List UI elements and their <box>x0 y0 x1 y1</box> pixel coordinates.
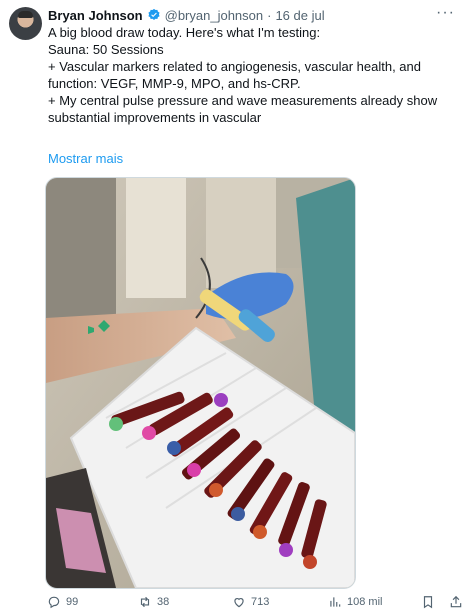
tweet-photo[interactable] <box>45 177 356 589</box>
views-button[interactable]: 108 mil <box>328 595 382 609</box>
reply-icon <box>48 596 60 609</box>
tweet-line: A big blood draw today. Here's what I'm … <box>48 25 321 40</box>
reply-count: 99 <box>66 596 79 608</box>
repost-button[interactable]: 38 <box>138 595 169 609</box>
tweet-line: + My central pulse pressure and wave mea… <box>48 93 441 125</box>
views-count: 108 mil <box>347 596 383 608</box>
like-count: 713 <box>251 596 270 608</box>
tweet-line: Sauna: 50 Sessions <box>48 42 164 57</box>
share-icon <box>450 595 462 608</box>
like-icon <box>234 598 244 608</box>
repost-icon <box>140 596 150 608</box>
repost-count: 38 <box>157 596 170 608</box>
tweet-header: Bryan Johnson @bryan_johnson · 16 de jul… <box>48 4 459 24</box>
tweet-line: + Vascular markers related to angiogenes… <box>48 59 425 91</box>
tweet-text: A big blood draw today. Here's what I'm … <box>48 24 460 126</box>
separator-dot: · <box>267 7 272 23</box>
views-icon <box>330 597 341 607</box>
tweet-actions: 99 38 713 108 mil <box>45 595 465 613</box>
like-button[interactable]: 713 <box>232 595 269 609</box>
show-more-link[interactable]: Mostrar mais <box>48 151 123 166</box>
author-handle[interactable]: @bryan_johnson <box>165 8 263 23</box>
reply-button[interactable]: 99 <box>47 595 78 609</box>
avatar[interactable] <box>9 7 42 40</box>
verified-badge-icon <box>148 8 160 20</box>
more-icon[interactable]: ··· <box>436 4 455 22</box>
bookmark-icon <box>423 596 433 609</box>
share-button[interactable] <box>449 595 468 609</box>
blood-draw-photo <box>46 178 355 588</box>
author-name[interactable]: Bryan Johnson <box>48 8 143 23</box>
tweet-date[interactable]: 16 de jul <box>275 8 324 23</box>
bookmark-button[interactable] <box>421 595 440 609</box>
